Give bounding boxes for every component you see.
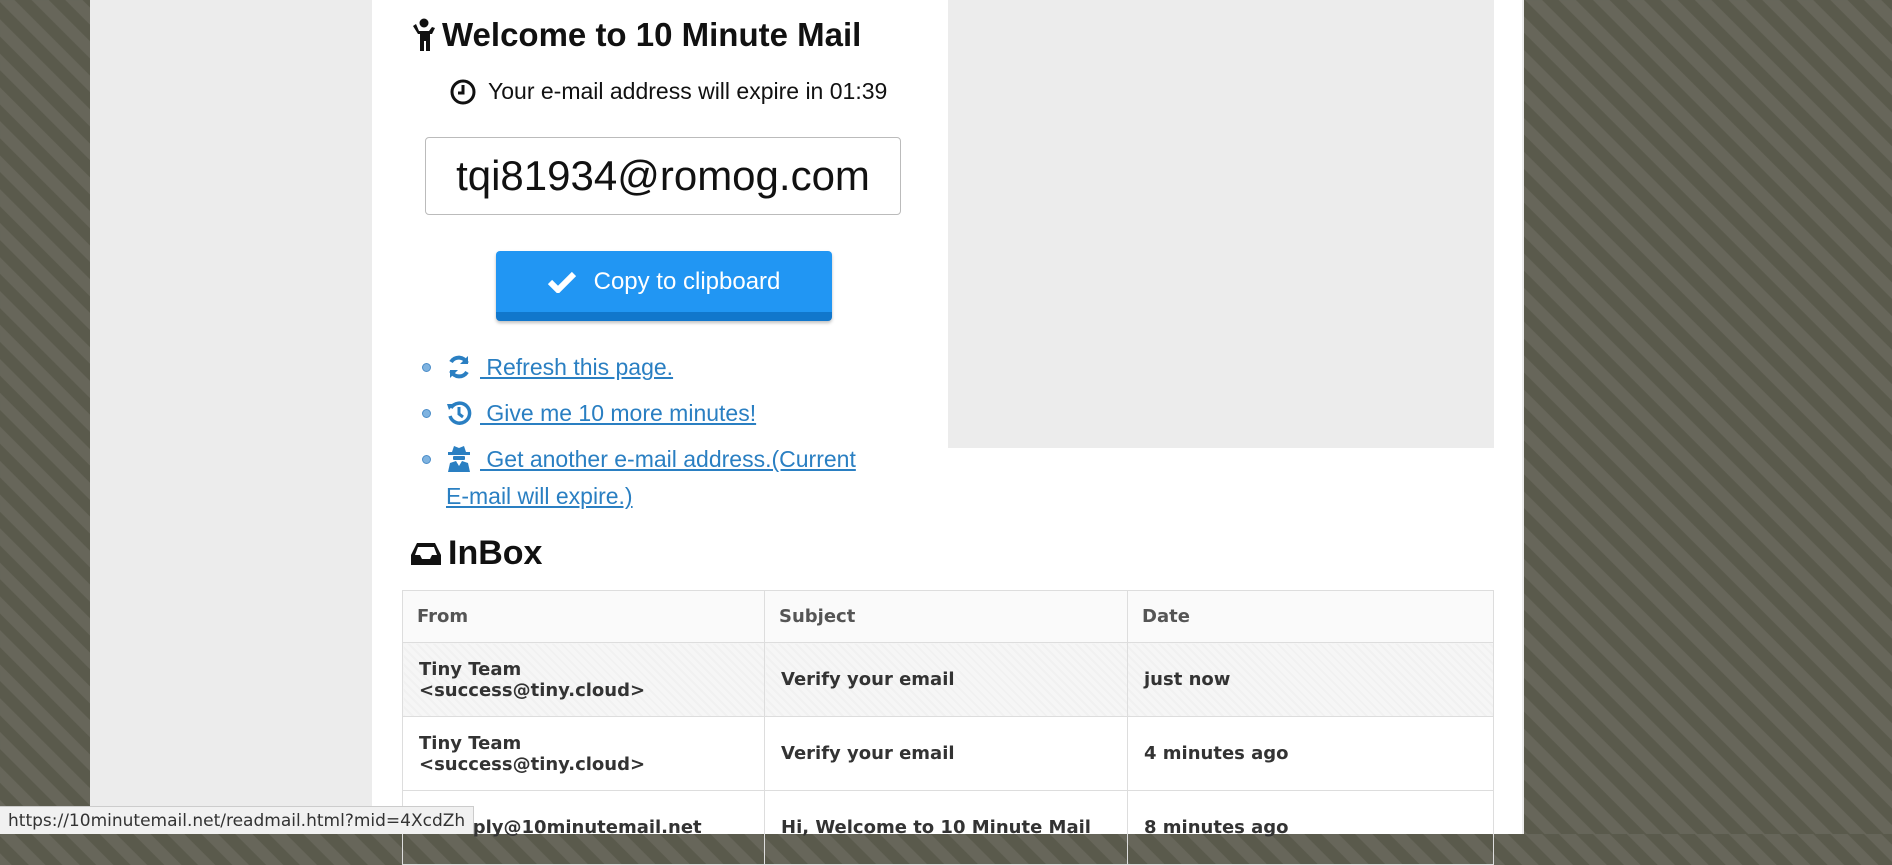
- copy-to-clipboard-button[interactable]: Copy to clipboard: [496, 251, 832, 321]
- email-address-field[interactable]: tqi81934@romog.com: [425, 137, 901, 215]
- clock-icon: [450, 79, 476, 104]
- column-header-date: Date: [1127, 590, 1494, 643]
- table-row[interactable]: no-reply@10minutemail.net Hi, Welcome to…: [402, 790, 1494, 865]
- mail-from[interactable]: Tiny Team <success@tiny.cloud>: [402, 642, 765, 717]
- mail-date[interactable]: just now: [1127, 642, 1494, 717]
- mail-from[interactable]: Tiny Team <success@tiny.cloud>: [402, 716, 765, 791]
- action-links: Refresh this page. Give me 10 more minut…: [422, 349, 862, 524]
- page-title: Welcome to 10 Minute Mail: [410, 16, 861, 54]
- list-item: Give me 10 more minutes!: [422, 395, 862, 432]
- mail-subject[interactable]: Hi, Welcome to 10 Minute Mail: [764, 790, 1128, 865]
- bullet-icon: [422, 455, 431, 464]
- inbox-title-text: InBox: [448, 534, 543, 572]
- page-title-text: Welcome to 10 Minute Mail: [442, 16, 862, 53]
- table-row[interactable]: Tiny Team <success@tiny.cloud> Verify yo…: [402, 642, 1494, 717]
- more-minutes-link[interactable]: Give me 10 more minutes!: [446, 400, 756, 426]
- child-icon: [413, 18, 435, 51]
- check-icon: [547, 271, 576, 293]
- mail-date[interactable]: 8 minutes ago: [1127, 790, 1494, 865]
- status-bar-url: https://10minutemail.net/readmail.html?m…: [0, 806, 475, 834]
- mail-subject[interactable]: Verify your email: [764, 716, 1128, 791]
- new-address-link-label[interactable]: Get another e-mail address.(Current E-ma…: [446, 446, 856, 509]
- column-header-subject: Subject: [764, 590, 1128, 643]
- more-minutes-link-label[interactable]: Give me 10 more minutes!: [480, 400, 756, 426]
- refresh-link-label[interactable]: Refresh this page.: [480, 354, 673, 380]
- ad-placeholder: [948, 0, 1494, 448]
- expire-text: Your e-mail address will expire in 01:39: [488, 78, 888, 104]
- page-background: Welcome to 10 Minute Mail Your e-mail ad…: [90, 0, 1524, 865]
- copy-button-label: Copy to clipboard: [593, 267, 781, 295]
- list-item: Refresh this page.: [422, 349, 862, 386]
- refresh-icon: [449, 355, 469, 379]
- bullet-icon: [422, 363, 431, 372]
- mail-date[interactable]: 4 minutes ago: [1127, 716, 1494, 791]
- new-address-link[interactable]: Get another e-mail address.(Current E-ma…: [446, 446, 856, 509]
- inbox-heading: InBox: [410, 534, 542, 573]
- email-address-text[interactable]: tqi81934@romog.com: [456, 152, 870, 200]
- list-item: Get another e-mail address.(Current E-ma…: [422, 441, 862, 515]
- user-secret-icon: [448, 446, 470, 472]
- expire-notice: Your e-mail address will expire in 01:39: [450, 78, 887, 105]
- bullet-icon: [422, 409, 431, 418]
- main-content: Welcome to 10 Minute Mail Your e-mail ad…: [372, 0, 1522, 865]
- inbox-table: From Subject Date Tiny Team <success@tin…: [402, 590, 1494, 865]
- table-header-row: From Subject Date: [402, 590, 1494, 643]
- table-row[interactable]: Tiny Team <success@tiny.cloud> Verify yo…: [402, 716, 1494, 791]
- mail-subject[interactable]: Verify your email: [764, 642, 1128, 717]
- refresh-link[interactable]: Refresh this page.: [446, 354, 673, 380]
- inbox-icon: [411, 542, 441, 565]
- history-icon: [447, 401, 472, 425]
- column-header-from: From: [402, 590, 765, 643]
